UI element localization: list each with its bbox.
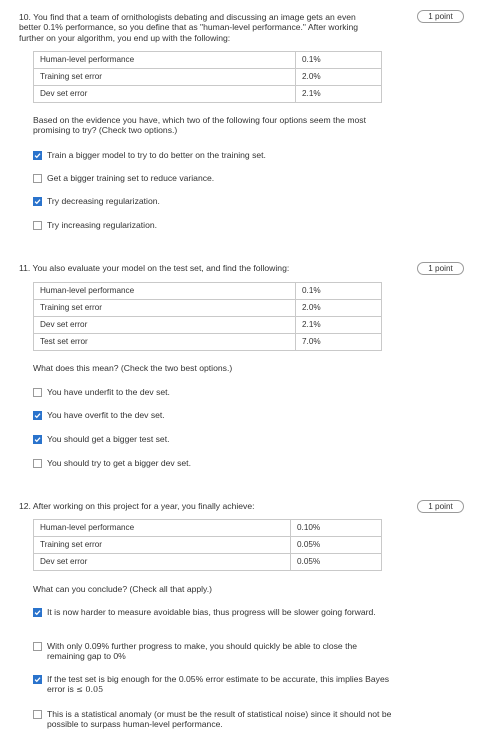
question-title: 12. After working on this project for a … [19, 501, 255, 511]
table-cell-label: Dev set error [33, 553, 291, 571]
option-label: You have underfit to the dev set. [47, 387, 170, 397]
checkbox[interactable] [33, 411, 42, 420]
option-label: Get a bigger training set to reduce vari… [47, 173, 215, 183]
option[interactable]: If the test set is big enough for the 0.… [33, 674, 392, 695]
table-cell-label: Dev set error [33, 316, 296, 334]
option[interactable]: Train a bigger model to try to do better… [33, 150, 392, 160]
table-row: Test set error 7.0% [33, 333, 382, 351]
checkbox[interactable] [33, 221, 42, 230]
table-cell-label: Training set error [33, 299, 296, 317]
results-table: Human-level performance 0.1% Training se… [33, 282, 382, 351]
option-label: With only 0.09% further progress to make… [47, 641, 358, 662]
option[interactable]: Try decreasing regularization. [33, 196, 392, 206]
table-cell-value: 0.1% [295, 282, 382, 300]
checkbox[interactable] [33, 151, 42, 160]
table-cell-value: 2.1% [295, 85, 382, 103]
option-label: Try increasing regularization. [47, 220, 158, 230]
table-row: Dev set error 2.1% [33, 85, 382, 103]
points-badge: 1 point [417, 262, 464, 275]
math-expression: ≤ 0.05 [76, 685, 104, 695]
table-cell-value: 7.0% [295, 333, 382, 351]
table-cell-label: Training set error [33, 68, 296, 86]
checkmark-icon [34, 413, 41, 419]
table-cell-value: 0.05% [290, 553, 382, 571]
option-label: You should try to get a bigger dev set. [47, 458, 191, 468]
option-label: You should get a bigger test set. [47, 434, 170, 444]
checkbox[interactable] [33, 174, 42, 183]
table-cell-value: 2.0% [295, 68, 382, 86]
table-cell-label: Test set error [33, 333, 296, 351]
checkbox[interactable] [33, 459, 42, 468]
option[interactable]: You should get a bigger test set. [33, 434, 392, 444]
table-cell-label: Human-level performance [33, 282, 296, 300]
option-label: You have overfit to the dev set. [47, 410, 165, 420]
results-table: Human-level performance 0.10% Training s… [33, 519, 382, 571]
option[interactable]: You have underfit to the dev set. [33, 387, 392, 397]
table-row: Human-level performance 0.1% [33, 51, 382, 69]
option-label: Try decreasing regularization. [47, 196, 160, 206]
table-row: Human-level performance 0.10% [33, 519, 382, 537]
question-prompt: What can you conclude? (Check all that a… [33, 584, 212, 594]
option[interactable]: You should try to get a bigger dev set. [33, 458, 392, 468]
table-cell-value: 0.10% [290, 519, 382, 537]
checkmark-icon [34, 437, 41, 443]
table-cell-label: Dev set error [33, 85, 296, 103]
checkmark-icon [34, 153, 41, 159]
question-prompt: Based on the evidence you have, which tw… [33, 115, 366, 136]
checkbox[interactable] [33, 435, 42, 444]
option-label: If the test set is big enough for the 0.… [47, 674, 392, 695]
checkbox[interactable] [33, 710, 42, 719]
results-table: Human-level performance 0.1% Training se… [33, 51, 382, 103]
checkbox[interactable] [33, 388, 42, 397]
option[interactable]: This is a statistical anomaly (or must b… [33, 709, 392, 730]
table-row: Dev set error 0.05% [33, 553, 382, 571]
table-cell-value: 2.0% [295, 299, 382, 317]
checkbox[interactable] [33, 642, 42, 651]
table-row: Dev set error 2.1% [33, 316, 382, 334]
checkbox[interactable] [33, 197, 42, 206]
checkmark-icon [34, 610, 41, 616]
table-cell-label: Human-level performance [33, 51, 296, 69]
option-label: Train a bigger model to try to do better… [47, 150, 266, 160]
option[interactable]: Try increasing regularization. [33, 220, 392, 230]
option[interactable]: You have overfit to the dev set. [33, 410, 392, 420]
question-title: 10. You find that a team of ornithologis… [19, 12, 359, 43]
table-cell-value: 0.05% [290, 536, 382, 554]
question-title: 11. You also evaluate your model on the … [19, 263, 290, 273]
table-cell-value: 0.1% [295, 51, 382, 69]
points-badge: 1 point [417, 500, 464, 513]
table-cell-label: Training set error [33, 536, 291, 554]
checkmark-icon [34, 199, 41, 205]
table-cell-label: Human-level performance [33, 519, 291, 537]
option-label: This is a statistical anomaly (or must b… [47, 709, 392, 730]
checkbox[interactable] [33, 675, 42, 684]
table-row: Training set error 2.0% [33, 299, 382, 317]
points-badge: 1 point [417, 10, 464, 23]
option[interactable]: With only 0.09% further progress to make… [33, 641, 392, 662]
table-cell-value: 2.1% [295, 316, 382, 334]
table-row: Training set error 0.05% [33, 536, 382, 554]
checkmark-icon [34, 677, 41, 683]
table-row: Training set error 2.0% [33, 68, 382, 86]
option-label: It is now harder to measure avoidable bi… [47, 607, 376, 617]
option[interactable]: It is now harder to measure avoidable bi… [33, 607, 392, 617]
option[interactable]: Get a bigger training set to reduce vari… [33, 173, 392, 183]
question-prompt: What does this mean? (Check the two best… [33, 363, 233, 373]
table-row: Human-level performance 0.1% [33, 282, 382, 300]
checkbox[interactable] [33, 608, 42, 617]
